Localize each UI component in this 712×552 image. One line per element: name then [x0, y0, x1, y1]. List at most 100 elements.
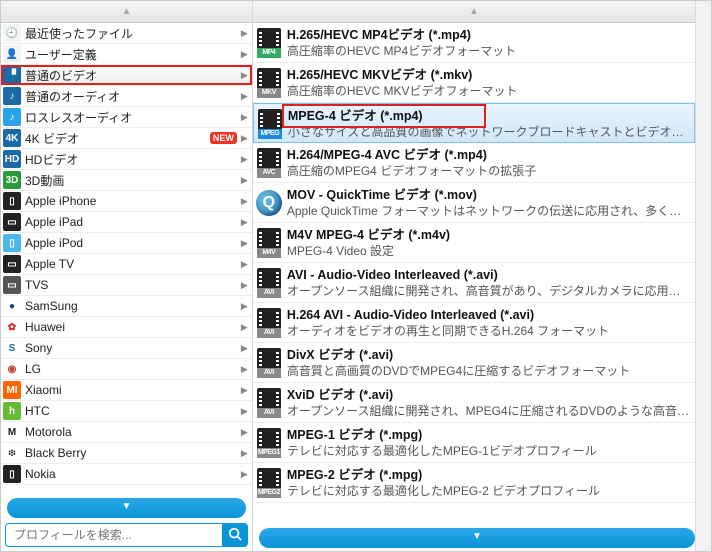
category-item[interactable]: ▭Apple iPad▶ — [1, 212, 252, 233]
category-item[interactable]: SSony▶ — [1, 338, 252, 359]
format-text: MPEG-1 ビデオ (*.mpg)テレビに対応する最適化したMPEG-1ビデオ… — [287, 425, 689, 459]
category-item[interactable]: ▯Apple iPod▶ — [1, 233, 252, 254]
format-tag: MPEG1 — [257, 448, 281, 458]
format-desc: テレビに対応する最適化したMPEG-2 ビデオプロフィール — [287, 483, 689, 499]
chevron-right-icon: ▶ — [241, 91, 248, 102]
category-item[interactable]: ፨Black Berry▶ — [1, 443, 252, 464]
category-icon: ▝ — [3, 66, 21, 84]
category-label: ユーザー定義 — [25, 46, 237, 63]
format-icon: AVI — [255, 345, 283, 381]
film-icon: MP4 — [257, 28, 281, 58]
category-item[interactable]: ▭Apple TV▶ — [1, 254, 252, 275]
format-item[interactable]: MPEG2MPEG-2 ビデオ (*.mpg)テレビに対応する最適化したMPEG… — [253, 463, 695, 503]
chevron-right-icon: ▶ — [241, 217, 248, 228]
scroll-down-left[interactable]: ▼ — [7, 498, 246, 518]
film-icon: MPEG2 — [257, 468, 281, 498]
chevron-right-icon: ▶ — [241, 133, 248, 144]
category-item[interactable]: ✿Huawei▶ — [1, 317, 252, 338]
category-icon: ◉ — [3, 360, 21, 378]
format-text: MPEG-4 ビデオ (*.mp4)小さなサイズと高品質の画像でネットワークブロ… — [288, 106, 688, 140]
category-item[interactable]: ●SamSung▶ — [1, 296, 252, 317]
search-bar — [1, 521, 252, 551]
category-item[interactable]: ▯Apple iPhone▶ — [1, 191, 252, 212]
format-item[interactable]: AVIAVI - Audio-Video Interleaved (*.avi)… — [253, 263, 695, 303]
quicktime-icon: Q — [256, 190, 282, 216]
film-icon: AVI — [257, 268, 281, 298]
scroll-down-right[interactable]: ▼ — [259, 528, 695, 548]
search-icon — [228, 527, 242, 544]
format-item[interactable]: AVIXviD ビデオ (*.avi)オープンソース組織に開発され、MPEG4に… — [253, 383, 695, 423]
category-item[interactable]: hHTC▶ — [1, 401, 252, 422]
category-item[interactable]: 4K4K ビデオNEW▶ — [1, 128, 252, 149]
format-tag: AVC — [257, 168, 281, 178]
format-title: H.265/HEVC MKVビデオ (*.mkv) — [287, 67, 689, 83]
format-text: AVI - Audio-Video Interleaved (*.avi)オープ… — [287, 265, 689, 299]
category-item[interactable]: ▯Nokia▶ — [1, 464, 252, 485]
format-icon: AVC — [255, 145, 283, 181]
chevron-right-icon: ▶ — [241, 259, 248, 270]
format-item[interactable]: AVCH.264/MPEG-4 AVC ビデオ (*.mp4)高圧縮のMPEG4… — [253, 143, 695, 183]
format-title: H.264/MPEG-4 AVC ビデオ (*.mp4) — [287, 147, 689, 163]
category-item[interactable]: ♪普通のオーディオ▶ — [1, 86, 252, 107]
format-item[interactable]: QMOV - QuickTime ビデオ (*.mov)Apple QuickT… — [253, 183, 695, 223]
chevron-right-icon: ▶ — [241, 301, 248, 312]
format-text: MOV - QuickTime ビデオ (*.mov)Apple QuickTi… — [287, 185, 689, 219]
category-item[interactable]: MIXiaomi▶ — [1, 380, 252, 401]
search-input[interactable] — [5, 523, 222, 547]
category-label: Huawei — [25, 320, 237, 334]
category-item[interactable]: 🕘最近使ったファイル▶ — [1, 23, 252, 44]
format-desc: 高音質と高画質のDVDでMPEG4に圧縮するビデオフォーマット — [287, 363, 689, 379]
format-item[interactable]: MKV H.265/HEVC MKVビデオ (*.mkv)高圧縮率のHEVC MK… — [253, 63, 695, 103]
format-tag: MPEG — [258, 129, 282, 139]
format-icon: MPEG2 — [255, 465, 283, 501]
chevron-right-icon: ▶ — [241, 469, 248, 480]
category-label: TVS — [25, 278, 237, 292]
format-item[interactable]: AVIDivX ビデオ (*.avi)高音質と高画質のDVDでMPEG4に圧縮す… — [253, 343, 695, 383]
category-label: 3D動画 — [25, 172, 237, 189]
category-label: Nokia — [25, 467, 237, 481]
scroll-up-left[interactable]: ▲ — [1, 1, 252, 23]
format-item[interactable]: AVIH.264 AVI - Audio-Video Interleaved (… — [253, 303, 695, 343]
chevron-right-icon: ▶ — [241, 70, 248, 81]
film-icon: MPEG — [258, 109, 282, 139]
format-item[interactable]: MP4H.265/HEVC MP4ビデオ (*.mp4)高圧縮率のHEVC MP… — [253, 23, 695, 63]
scrollbar-track-top — [695, 1, 711, 23]
category-item[interactable]: ♪ロスレスオーディオ▶ — [1, 107, 252, 128]
category-item[interactable]: MMotorola▶ — [1, 422, 252, 443]
format-tag: AVI — [257, 328, 281, 338]
film-icon: AVI — [257, 308, 281, 338]
category-icon: HD — [3, 150, 21, 168]
category-item[interactable]: ▭TVS▶ — [1, 275, 252, 296]
category-icon: 🕘 — [3, 24, 21, 42]
format-icon: M4V — [255, 225, 283, 261]
format-icon: AVI — [255, 385, 283, 421]
format-text: H.265/HEVC MKVビデオ (*.mkv)高圧縮率のHEVC MKVビデ… — [287, 65, 689, 99]
category-icon: M — [3, 423, 21, 441]
category-icon: 4K — [3, 129, 21, 147]
scrollbar[interactable] — [695, 23, 711, 525]
category-item[interactable]: HDHDビデオ▶ — [1, 149, 252, 170]
category-label: Apple TV — [25, 257, 237, 271]
chevron-right-icon: ▶ — [241, 175, 248, 186]
format-item[interactable]: MPEG1 MPEG-1 ビデオ (*.mpg)テレビに対応する最適化したMPEG… — [253, 423, 695, 463]
format-icon: MPEG — [256, 106, 284, 142]
film-icon: AVI — [257, 348, 281, 378]
chevron-right-icon: ▶ — [241, 49, 248, 60]
format-icon: AVI — [255, 265, 283, 301]
format-item[interactable]: MPEG MPEG-4 ビデオ (*.mp4)小さなサイズと高品質の画像でネットワ… — [253, 103, 695, 143]
chevron-right-icon: ▶ — [241, 427, 248, 438]
search-button[interactable] — [222, 523, 248, 547]
chevron-right-icon: ▶ — [241, 154, 248, 165]
format-desc: オーディオをビデオの再生と同期できるH.264 フォーマット — [287, 323, 689, 339]
film-icon: AVI — [257, 388, 281, 418]
category-item[interactable]: 👤ユーザー定義▶ — [1, 44, 252, 65]
category-label: 4K ビデオ — [25, 130, 207, 147]
category-label: LG — [25, 362, 237, 376]
category-item[interactable]: ▝普通のビデオ▶ — [1, 65, 252, 86]
category-label: HTC — [25, 404, 237, 418]
format-tag: MKV — [257, 88, 281, 98]
scroll-up-right[interactable]: ▲ — [253, 1, 695, 23]
category-item[interactable]: 3D3D動画▶ — [1, 170, 252, 191]
format-item[interactable]: M4VM4V MPEG-4 ビデオ (*.m4v)MPEG-4 Video 設定 — [253, 223, 695, 263]
category-item[interactable]: ◉LG▶ — [1, 359, 252, 380]
